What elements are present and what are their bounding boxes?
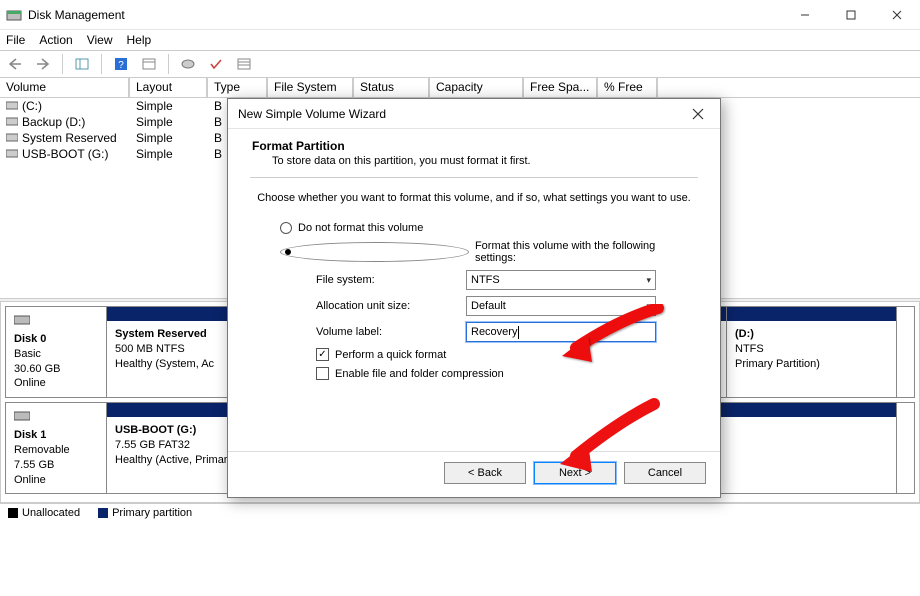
partition-line3: Primary Partition): [735, 357, 888, 372]
radio-noformat[interactable]: [280, 222, 292, 234]
disk-size: 30.60 GB: [14, 363, 60, 375]
disk-status: Online: [14, 377, 46, 389]
dialog-title: New Simple Volume Wizard: [238, 107, 678, 121]
col-freespace[interactable]: Free Spa...: [524, 78, 598, 97]
list-icon[interactable]: [233, 53, 255, 75]
dialog-subheading: To store data on this partition, you mus…: [272, 155, 698, 167]
col-capacity[interactable]: Capacity: [430, 78, 524, 97]
menu-view[interactable]: View: [87, 33, 113, 47]
check-icon[interactable]: [205, 53, 227, 75]
partition-line2: NTFS: [735, 342, 888, 357]
disk-name: Disk 0: [14, 333, 46, 345]
col-type[interactable]: Type: [208, 78, 268, 97]
disk-kind: Basic: [14, 348, 41, 360]
volume-layout: Simple: [130, 131, 208, 145]
disk-name: Disk 1: [14, 429, 46, 441]
radio-format-label: Format this volume with the following se…: [475, 240, 698, 264]
col-status[interactable]: Status: [354, 78, 430, 97]
toolbar: ?: [0, 50, 920, 78]
volume-name: System Reserved: [22, 131, 117, 145]
svg-text:?: ?: [118, 60, 124, 71]
dialog-close-button[interactable]: [678, 100, 718, 128]
back-button[interactable]: < Back: [444, 462, 526, 484]
forward-icon[interactable]: [32, 53, 54, 75]
allocation-value: Default: [471, 300, 506, 312]
maximize-button[interactable]: [828, 0, 874, 30]
chevron-down-icon: ▾: [646, 275, 651, 286]
label-allocation: Allocation unit size:: [316, 300, 466, 312]
legend-primary: Primary partition: [112, 507, 192, 519]
volume-icon: [6, 147, 18, 157]
back-icon[interactable]: [4, 53, 26, 75]
app-icon: [6, 7, 22, 23]
partition[interactable]: (D:)NTFSPrimary Partition): [727, 307, 897, 397]
col-filesystem[interactable]: File System: [268, 78, 354, 97]
radio-noformat-label: Do not format this volume: [298, 222, 423, 234]
next-button[interactable]: Next >: [534, 462, 616, 484]
checkbox-quickformat[interactable]: ✓: [316, 348, 329, 361]
label-volumelabel: Volume label:: [316, 326, 466, 338]
volume-list-header: Volume Layout Type File System Status Ca…: [0, 78, 920, 98]
partition-title: (D:): [735, 327, 888, 342]
settings-icon[interactable]: [138, 53, 160, 75]
dialog-instruction: Choose whether you want to format this v…: [250, 192, 698, 204]
dialog-heading: Format Partition: [252, 139, 698, 153]
cancel-button[interactable]: Cancel: [624, 462, 706, 484]
window-title: Disk Management: [28, 8, 782, 22]
volume-layout: Simple: [130, 147, 208, 161]
disk-icon[interactable]: [177, 53, 199, 75]
layout-icon[interactable]: [71, 53, 93, 75]
checkbox-quickformat-label: Perform a quick format: [335, 349, 446, 361]
volume-icon: [6, 99, 18, 109]
filesystem-select[interactable]: NTFS ▾: [466, 270, 656, 290]
disk-size: 7.55 GB: [14, 459, 54, 471]
volume-icon: [6, 131, 18, 141]
volume-layout: Simple: [130, 99, 208, 113]
close-button[interactable]: [874, 0, 920, 30]
chevron-down-icon: ▾: [646, 301, 651, 312]
new-simple-volume-dialog: New Simple Volume Wizard Format Partitio…: [227, 98, 721, 498]
label-filesystem: File system:: [316, 274, 466, 286]
checkbox-compression[interactable]: [316, 367, 329, 380]
volume-label-value: Recovery: [471, 326, 517, 338]
col-layout[interactable]: Layout: [130, 78, 208, 97]
disk-header[interactable]: Disk 0 Basic 30.60 GB Online: [5, 306, 107, 398]
disk-status: Online: [14, 474, 46, 486]
minimize-button[interactable]: [782, 0, 828, 30]
filesystem-value: NTFS: [471, 274, 500, 286]
menu-file[interactable]: File: [6, 33, 25, 47]
legend: Unallocated Primary partition: [0, 503, 920, 521]
volume-name: Backup (D:): [22, 115, 85, 129]
volume-name: USB-BOOT (G:): [22, 147, 108, 161]
volume-name: (C:): [22, 99, 42, 113]
volume-icon: [6, 115, 18, 125]
menu-action[interactable]: Action: [39, 33, 72, 47]
volume-layout: Simple: [130, 115, 208, 129]
menu-help[interactable]: Help: [127, 33, 152, 47]
col-pctfree[interactable]: % Free: [598, 78, 658, 97]
allocation-select[interactable]: Default ▾: [466, 296, 656, 316]
disk-kind: Removable: [14, 444, 70, 456]
radio-format[interactable]: [280, 242, 469, 262]
checkbox-compression-label: Enable file and folder compression: [335, 368, 504, 380]
legend-unallocated: Unallocated: [22, 507, 80, 519]
titlebar: Disk Management: [0, 0, 920, 30]
disk-header[interactable]: Disk 1 Removable 7.55 GB Online: [5, 402, 107, 494]
volume-label-input[interactable]: Recovery: [466, 322, 656, 342]
text-caret: [518, 326, 519, 339]
col-volume[interactable]: Volume: [0, 78, 130, 97]
menubar: File Action View Help: [0, 30, 920, 50]
help-icon[interactable]: ?: [110, 53, 132, 75]
